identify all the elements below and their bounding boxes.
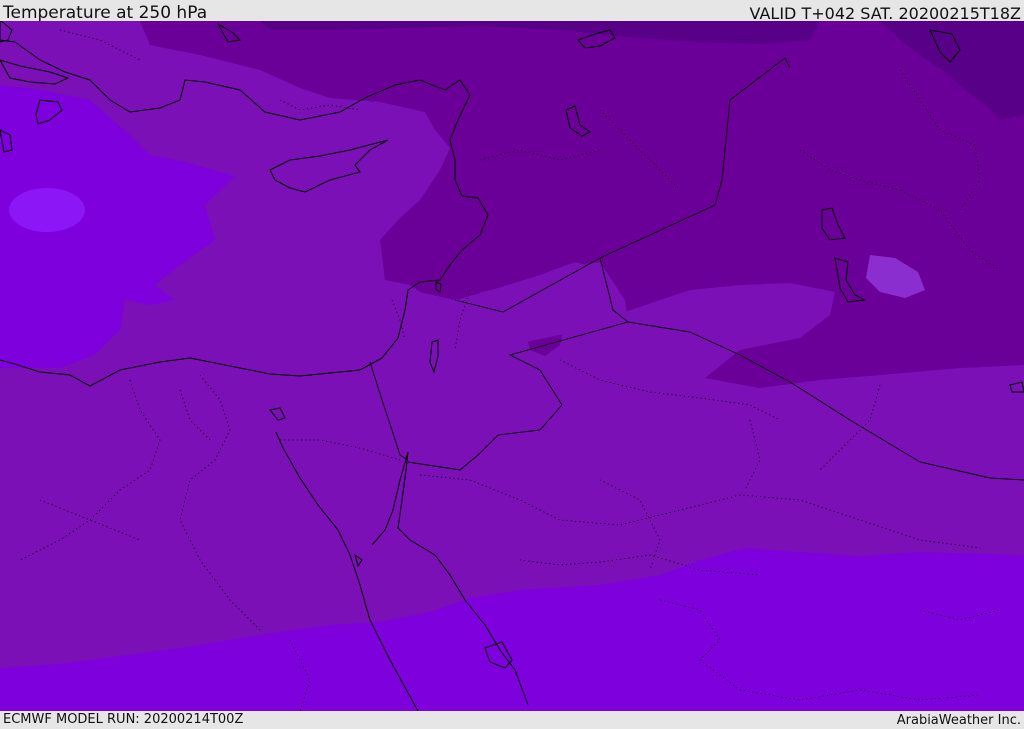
- credit-text: ArabiaWeather Inc.: [896, 713, 1021, 728]
- map-title: Temperature at 250 hPa: [3, 3, 208, 23]
- temperature-map: [0, 21, 1024, 711]
- footer-bar: ECMWF MODEL RUN: 20200214T00Z ArabiaWeat…: [0, 711, 1024, 729]
- header-bar: Temperature at 250 hPa VALID T+042 SAT. …: [0, 0, 1024, 23]
- model-run: ECMWF MODEL RUN: 20200214T00Z: [3, 712, 244, 727]
- warm-spot: [9, 188, 85, 232]
